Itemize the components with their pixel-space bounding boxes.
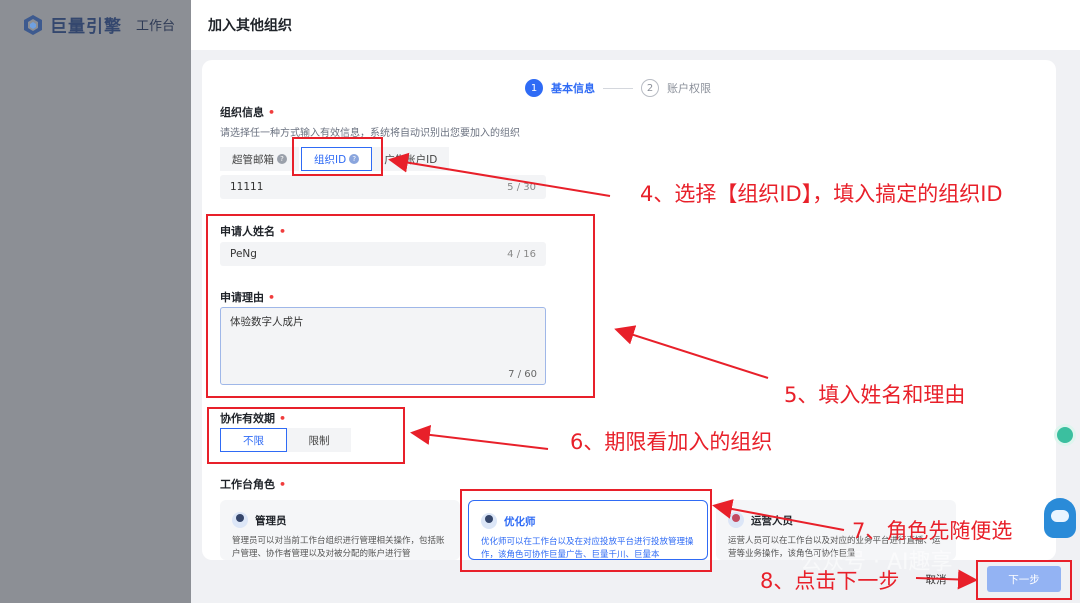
- role-desc: 管理员可以对当前工作台组织进行管理相关操作，包括账户管理、协作者管理以及对被分配…: [232, 536, 445, 559]
- step-1-label: 基本信息: [551, 82, 595, 95]
- option-ad-account-id[interactable]: 广告账户ID: [372, 147, 450, 171]
- step-connector: [603, 87, 633, 89]
- brand-logo-icon: [24, 14, 42, 35]
- option-admin-email[interactable]: 超管邮箱?: [220, 147, 299, 171]
- step-1-dot: 1: [525, 79, 543, 97]
- annotation-step5: 5、填入姓名和理由: [784, 383, 966, 407]
- highlight-name-reason: [206, 214, 595, 398]
- drawer-title: 加入其他组织: [191, 0, 1080, 50]
- help-icon: ?: [277, 154, 287, 164]
- mascot-icon[interactable]: [1044, 498, 1076, 538]
- roles-label: 工作台角色 •: [220, 478, 287, 491]
- brand-workspace: 工作台: [136, 19, 176, 34]
- org-id-value: 11111: [230, 181, 264, 193]
- org-id-counter: 5 / 30: [507, 181, 536, 193]
- step-indicator: 1 基本信息 2 账户权限: [525, 79, 711, 97]
- role-name: 运营人员: [751, 514, 793, 527]
- watermark: 公众号 · AI趣享: [800, 550, 953, 575]
- brand: 巨量引擎 工作台: [22, 12, 175, 37]
- step-2-label: 账户权限: [667, 82, 711, 95]
- highlight-org-id: [292, 137, 383, 176]
- page-backdrop: 巨量引擎 工作台: [0, 0, 191, 603]
- role-name: 管理员: [255, 514, 287, 527]
- admin-avatar-icon: [232, 512, 248, 528]
- assistant-float-icon[interactable]: [1054, 424, 1076, 446]
- operator-avatar-icon: [728, 512, 744, 528]
- annotation-step7: 7、角色先随便选: [852, 519, 1013, 543]
- org-info-label: 组织信息 •: [220, 106, 276, 119]
- brand-name: 巨量引擎: [50, 17, 122, 37]
- org-id-input[interactable]: 11111 5 / 30: [220, 175, 546, 199]
- highlight-next: [976, 560, 1072, 600]
- annotation-step6: 6、期限看加入的组织: [570, 430, 773, 454]
- highlight-validity: [207, 407, 405, 464]
- step-2-dot: 2: [641, 79, 659, 97]
- highlight-role: [460, 489, 712, 572]
- annotation-step4: 4、选择【组织ID】，填入搞定的组织ID: [640, 182, 1003, 206]
- role-card-admin[interactable]: 管理员 管理员可以对当前工作台组织进行管理相关操作，包括账户管理、协作者管理以及…: [220, 500, 460, 560]
